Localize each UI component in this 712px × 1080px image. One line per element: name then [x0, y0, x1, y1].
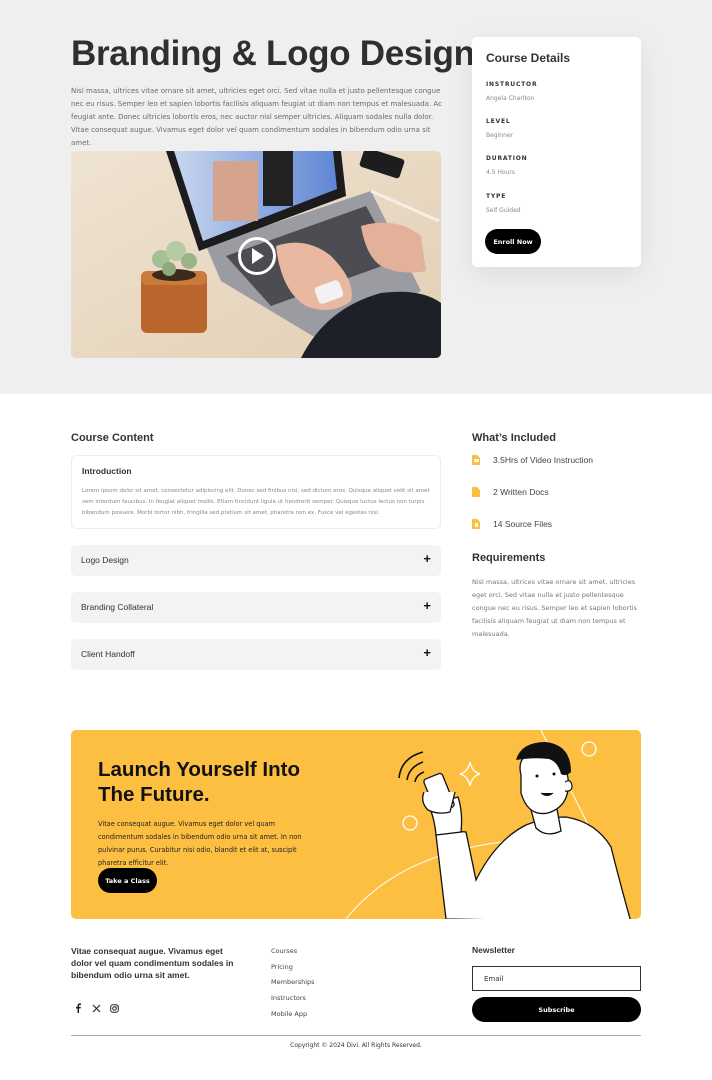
cta-description: Vitae consequat augue. Vivamus eget dolo…	[98, 820, 302, 867]
footer-link-memberships[interactable]: Memberships	[271, 978, 315, 986]
footer-divider	[71, 1035, 641, 1036]
enroll-now-button[interactable]: Enroll Now	[485, 229, 541, 254]
take-a-class-button[interactable]: Take a Class	[98, 868, 157, 893]
footer-link-mobile-app[interactable]: Mobile App	[271, 1010, 307, 1018]
page-title: Branding & Logo Design	[71, 34, 475, 73]
video-file-icon	[472, 455, 480, 465]
cta-banner: Launch Yourself Into The Future. Vitae c…	[71, 730, 641, 919]
course-video[interactable]	[71, 151, 441, 358]
instructor-value: Angela Charlton	[486, 95, 535, 102]
instagram-icon[interactable]	[108, 1002, 120, 1014]
hero-section: Branding & Logo Design Nisl massa, ultri…	[0, 0, 712, 394]
accordion-label: Client Handoff	[81, 649, 135, 659]
included-item: 3.5Hrs of Video Instruction	[472, 453, 593, 467]
course-details-card: Course Details INSTRUCTOR Angela Charlto…	[472, 37, 641, 267]
email-input[interactable]	[472, 966, 641, 991]
course-content-title: Course Content	[71, 432, 154, 444]
accordion-client-handoff[interactable]: Client Handoff +	[71, 639, 441, 670]
facebook-icon[interactable]	[72, 1002, 84, 1014]
type-value: Self Guided	[486, 207, 521, 214]
level-value: Beginner	[486, 132, 514, 139]
course-details-title: Course Details	[486, 51, 571, 65]
footer-link-pricing[interactable]: Pricing	[271, 963, 293, 971]
copyright-text: Copyright © 2024 Divi. All Rights Reserv…	[290, 1042, 422, 1049]
included-label: 3.5Hrs of Video Instruction	[493, 455, 594, 465]
x-twitter-icon[interactable]	[90, 1002, 102, 1014]
download-file-icon	[472, 519, 480, 529]
type-label: TYPE	[486, 193, 507, 200]
intro-module-text: Lorem ipsum dolor sit amet, consectetur …	[82, 488, 430, 516]
instructor-label: INSTRUCTOR	[486, 81, 538, 88]
level-label: LEVEL	[486, 118, 511, 125]
play-circle-icon[interactable]	[238, 237, 276, 275]
accordion-branding-collateral[interactable]: Branding Collateral +	[71, 592, 441, 623]
accordion-label: Branding Collateral	[81, 602, 154, 612]
requirements-text: Nisl massa, ultrices vitae ornare sit am…	[472, 578, 637, 638]
cta-title: Launch Yourself Into The Future.	[98, 758, 300, 806]
plus-icon[interactable]: +	[423, 599, 431, 612]
whats-included-title: What’s Included	[472, 432, 556, 444]
duration-value: 4.5 Hours	[486, 169, 516, 176]
plus-icon[interactable]: +	[423, 646, 431, 659]
requirements-title: Requirements	[472, 552, 546, 564]
included-item: 2 Written Docs	[472, 485, 549, 499]
included-label: 2 Written Docs	[493, 487, 549, 497]
duration-label: DURATION	[486, 155, 528, 162]
document-icon	[472, 487, 480, 497]
accordion-label: Logo Design	[81, 555, 129, 565]
footer-blurb: Vitae consequat augue. Vivamus eget dolo…	[71, 946, 234, 980]
subscribe-button[interactable]: Subscribe	[472, 997, 641, 1022]
accordion-logo-design[interactable]: Logo Design +	[71, 545, 441, 576]
included-item: 14 Source Files	[472, 517, 552, 531]
intro-module[interactable]: Introduction Lorem ipsum dolor sit amet,…	[71, 455, 441, 529]
intro-module-title: Introduction	[82, 466, 132, 476]
plus-icon[interactable]: +	[423, 552, 431, 565]
footer-link-courses[interactable]: Courses	[271, 947, 297, 955]
footer-link-instructors[interactable]: Instructors	[271, 994, 306, 1002]
newsletter-title: Newsletter	[472, 945, 515, 955]
included-label: 14 Source Files	[493, 519, 553, 529]
person-with-phone-illustration	[345, 730, 631, 919]
hero-description: Nisl massa, ultrices vitae ornare sit am…	[71, 87, 442, 147]
